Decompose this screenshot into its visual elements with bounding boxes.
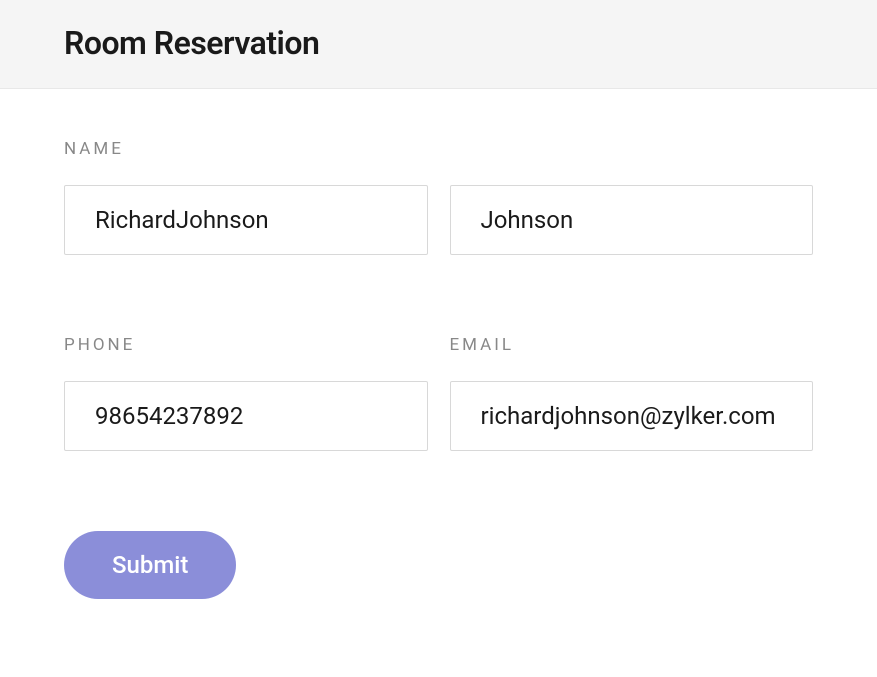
submit-button[interactable]: Submit [64,531,236,599]
first-name-input[interactable] [64,185,428,255]
phone-group: PHONE [64,335,428,451]
email-label: EMAIL [450,335,814,355]
name-label: NAME [64,139,428,159]
email-group: EMAIL [450,335,814,451]
email-input[interactable] [450,381,814,451]
page-title: Room Reservation [64,24,813,62]
contact-row: PHONE EMAIL [64,335,813,451]
reservation-form: NAME NAME PHONE EMAIL Submit [0,89,877,639]
phone-input[interactable] [64,381,428,451]
last-name-input[interactable] [450,185,814,255]
phone-label: PHONE [64,335,428,355]
first-name-group: NAME [64,139,428,255]
page-header: Room Reservation [0,0,877,89]
name-row: NAME NAME [64,139,813,255]
last-name-group: NAME [450,139,814,255]
